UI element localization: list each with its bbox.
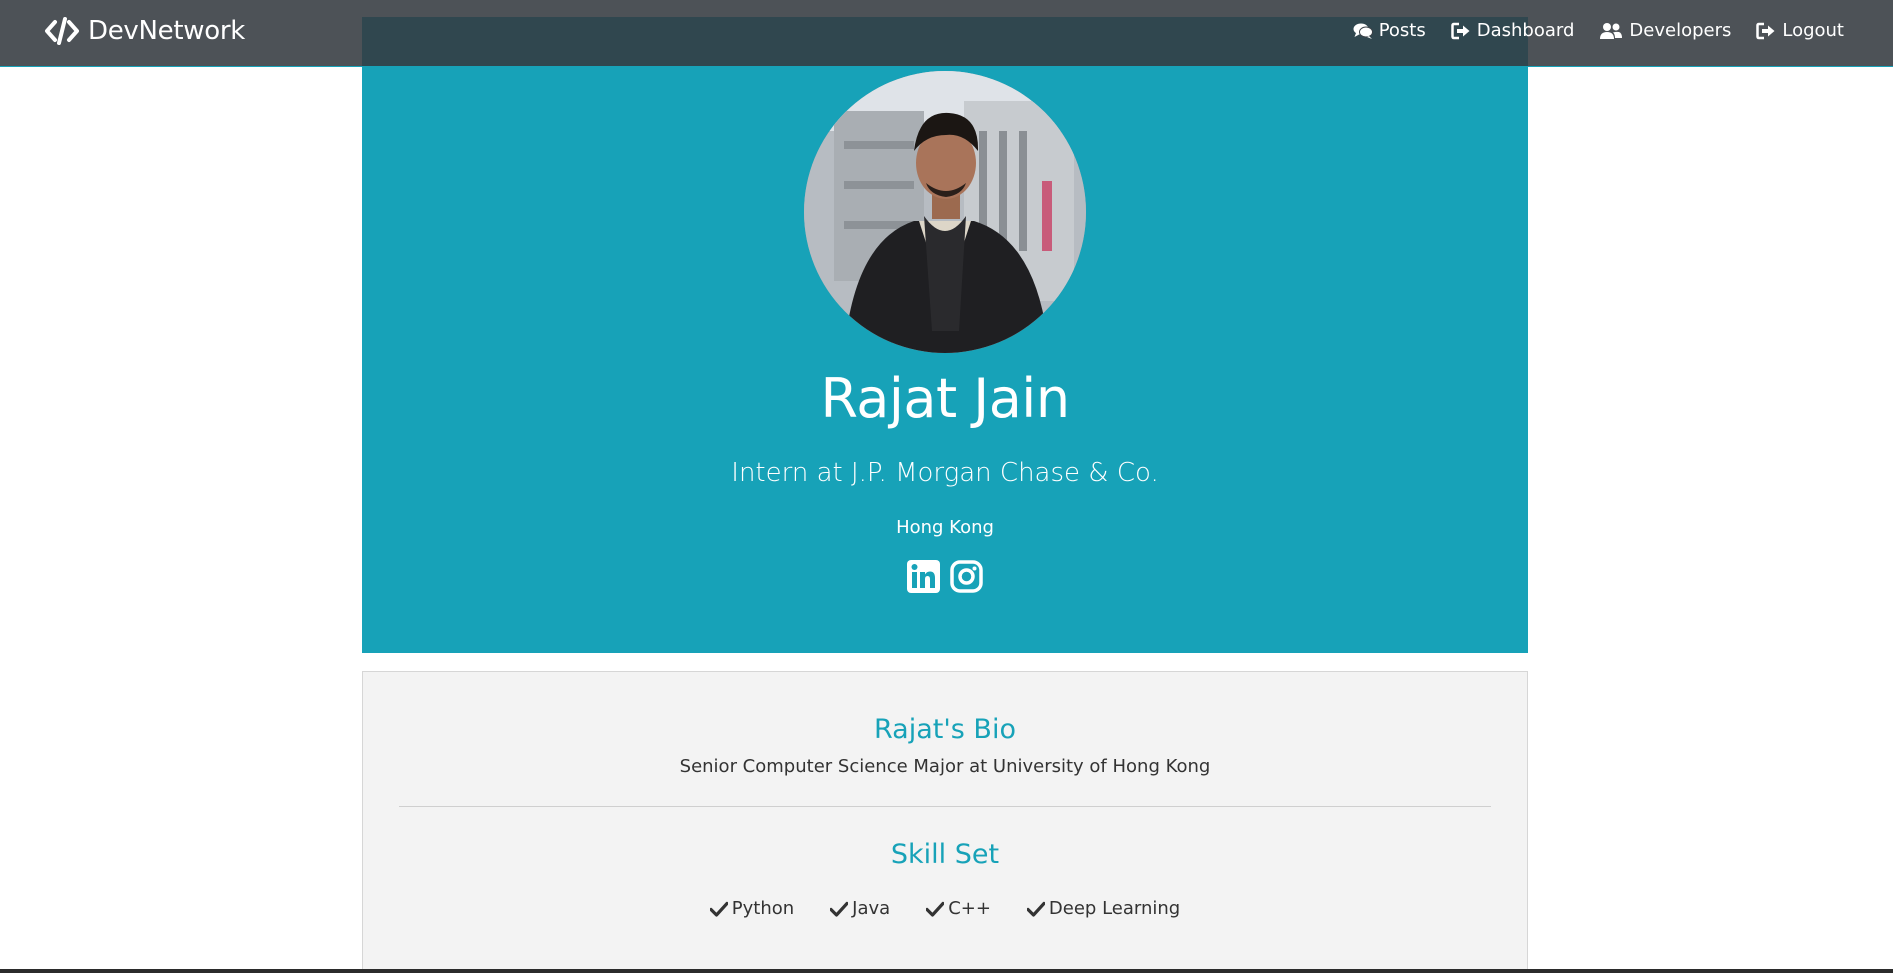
brand-name: DevNetwork <box>88 16 245 46</box>
profile-header: Rajat Jain Intern at J.P. Morgan Chase &… <box>362 17 1528 653</box>
users-icon <box>1600 22 1623 39</box>
sign-out-icon <box>1451 22 1470 39</box>
sign-out-icon <box>1756 22 1775 39</box>
nav-posts-link[interactable]: Posts <box>1353 20 1426 41</box>
avatar <box>804 71 1086 353</box>
about-card: Rajat's Bio Senior Computer Science Majo… <box>362 671 1528 973</box>
nav-logout-link[interactable]: Logout <box>1756 20 1844 41</box>
skill-label: Java <box>852 898 891 919</box>
profile-headline: Intern at J.P. Morgan Chase & Co. <box>731 458 1159 488</box>
navbar: DevNetwork Posts Dashboard Developers Lo… <box>0 0 1893 67</box>
nav-developers-link[interactable]: Developers <box>1599 20 1731 41</box>
instagram-icon[interactable] <box>950 560 983 593</box>
check-icon <box>709 901 728 917</box>
skill-label: C++ <box>948 898 991 919</box>
profile-location: Hong Kong <box>896 517 994 538</box>
bio-title: Rajat's Bio <box>874 714 1016 745</box>
nav-developers-label: Developers <box>1629 20 1732 41</box>
skill-item: Java <box>830 898 890 919</box>
profile-name: Rajat Jain <box>820 367 1070 430</box>
nav-dashboard-link[interactable]: Dashboard <box>1451 20 1575 41</box>
skills-title: Skill Set <box>890 839 1000 870</box>
skill-label: Python <box>731 898 795 919</box>
skill-item: C++ <box>926 898 991 919</box>
nav-posts-label: Posts <box>1378 20 1426 41</box>
brand-link[interactable]: DevNetwork <box>44 16 245 46</box>
bio-text: Senior Computer Science Major at Univers… <box>679 756 1211 777</box>
check-icon <box>1026 901 1045 917</box>
skill-item: Deep Learning <box>1026 898 1181 919</box>
nav-dashboard-label: Dashboard <box>1476 20 1575 41</box>
nav-logout-label: Logout <box>1782 20 1844 41</box>
social-links <box>362 560 1528 593</box>
check-icon <box>830 901 849 917</box>
check-icon <box>926 901 945 917</box>
skills-list: Python Java C++ Deep Learning <box>363 898 1527 919</box>
taskbar-strip <box>0 969 1893 973</box>
skill-label: Deep Learning <box>1048 898 1181 919</box>
skill-item: Python <box>709 898 795 919</box>
code-icon <box>44 16 80 46</box>
nav-links: Posts Dashboard Developers Logout <box>1353 20 1844 41</box>
comments-icon <box>1353 23 1373 39</box>
divider <box>399 806 1491 807</box>
linkedin-icon[interactable] <box>907 560 940 593</box>
